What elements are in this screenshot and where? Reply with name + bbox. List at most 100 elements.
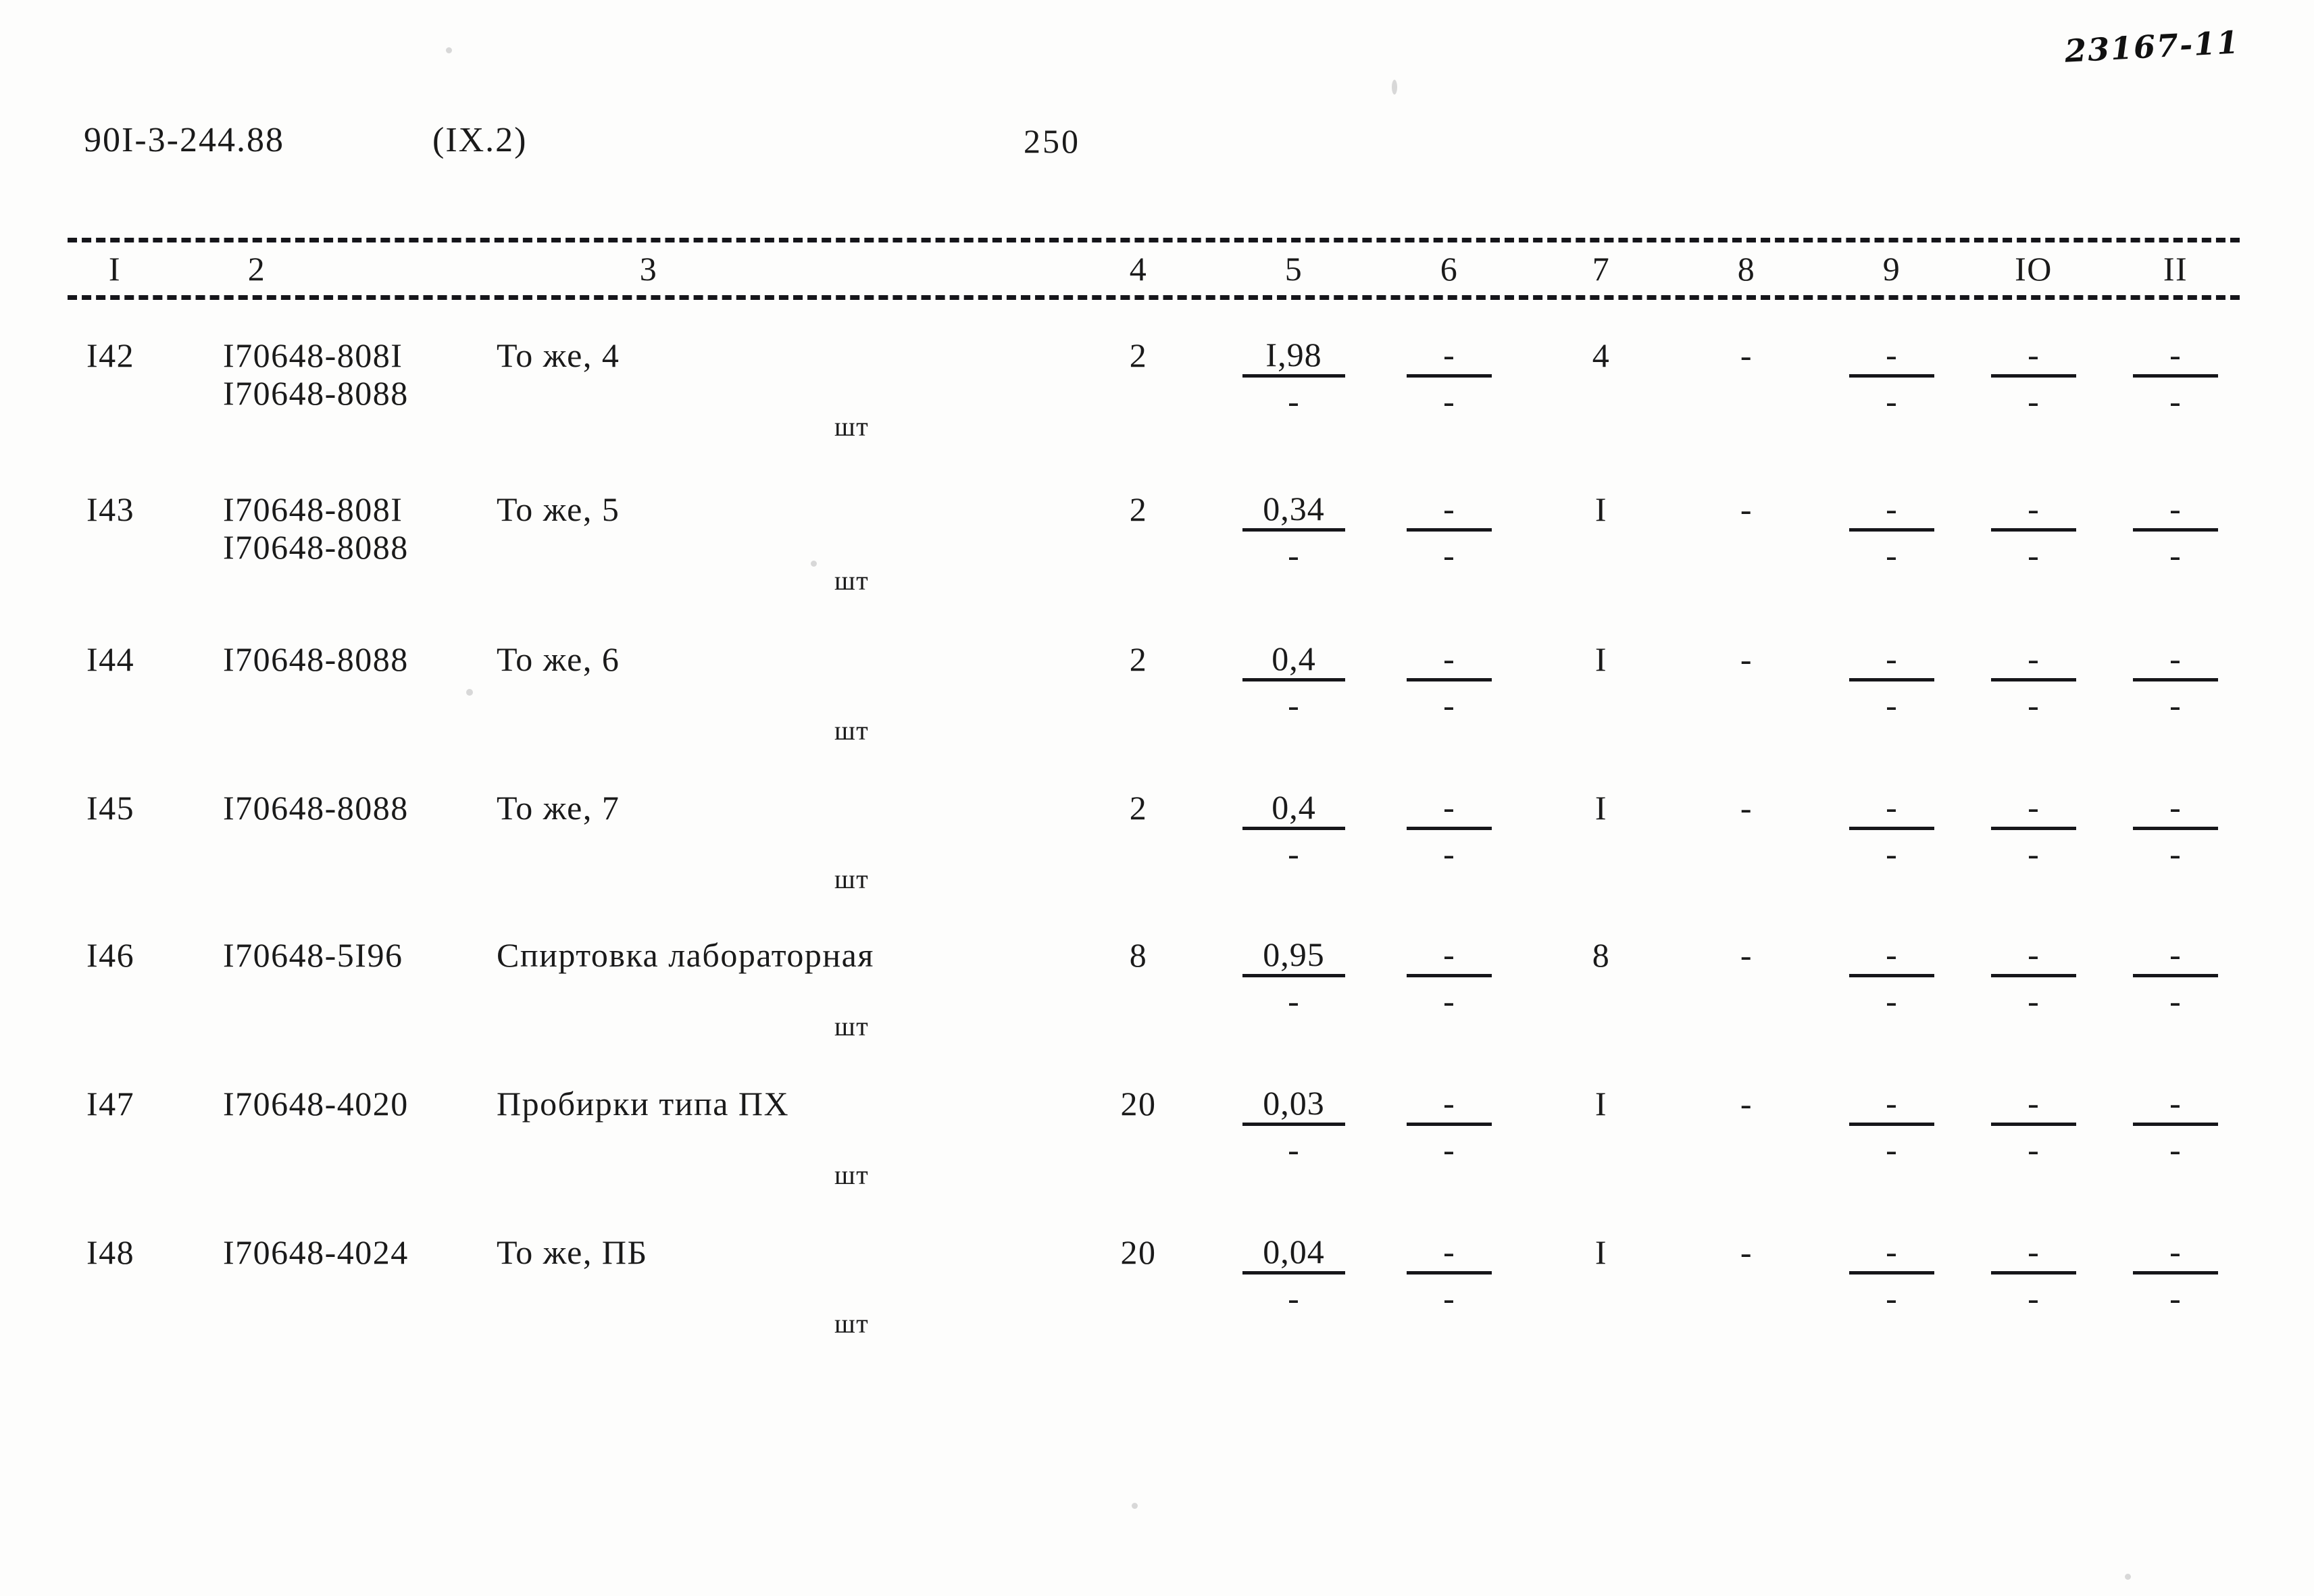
fraction-bar bbox=[1849, 528, 1934, 532]
row-c11-fraction: -- bbox=[2118, 790, 2233, 872]
row-unit: шт bbox=[834, 1160, 870, 1190]
fraction-denominator: - bbox=[1288, 536, 1300, 574]
fraction-numerator: - bbox=[1886, 640, 1898, 677]
row-c5-fraction: 0,4 - bbox=[1226, 790, 1361, 872]
fraction-bar bbox=[1991, 827, 2076, 830]
row-code-primary: I70648-808I bbox=[223, 490, 403, 528]
fraction-denominator: - bbox=[2028, 982, 2040, 1020]
row-c9-fraction: -- bbox=[1834, 937, 1949, 1019]
fraction-bar bbox=[1242, 827, 1345, 830]
row-c10-fraction: -- bbox=[1976, 1086, 2091, 1168]
fraction-bar bbox=[1407, 974, 1492, 977]
row-quantity: 2 bbox=[1129, 336, 1148, 374]
fraction-denominator: - bbox=[1288, 982, 1300, 1020]
row-col7-value: I bbox=[1594, 789, 1608, 827]
row-number: I47 bbox=[86, 1085, 135, 1123]
row-name: Пробирки типа ПХ bbox=[497, 1085, 790, 1123]
fraction-numerator: - bbox=[1443, 1233, 1455, 1270]
fraction-numerator: - bbox=[1443, 935, 1455, 973]
fraction-bar bbox=[1242, 528, 1345, 532]
row-code-primary: I70648-4020 bbox=[223, 1085, 409, 1123]
row-code-primary: I70648-8088 bbox=[223, 640, 409, 678]
fraction-bar bbox=[1242, 374, 1345, 378]
fraction-numerator: 0,95 bbox=[1263, 935, 1325, 973]
row-c11-fraction: -- bbox=[2118, 1086, 2233, 1168]
column-header-9: 9 bbox=[1882, 250, 1901, 288]
fraction-denominator: - bbox=[2028, 536, 2040, 574]
fraction-denominator: - bbox=[1443, 1131, 1455, 1168]
fraction-numerator: - bbox=[2028, 935, 2040, 973]
fraction-bar bbox=[1407, 374, 1492, 378]
row-c10-fraction: -- bbox=[1976, 492, 2091, 573]
fraction-bar bbox=[1849, 974, 1934, 977]
column-header-5: 5 bbox=[1284, 250, 1303, 288]
fraction-bar bbox=[2133, 974, 2218, 977]
fraction-denominator: - bbox=[1288, 1131, 1300, 1168]
fraction-denominator: - bbox=[1886, 382, 1898, 420]
row-col7-value: 8 bbox=[1592, 936, 1611, 974]
scan-speck bbox=[1132, 1503, 1138, 1509]
fraction-denominator: - bbox=[1886, 686, 1898, 724]
fraction-bar bbox=[1407, 678, 1492, 681]
row-quantity: 20 bbox=[1120, 1085, 1157, 1123]
column-header-6: 6 bbox=[1440, 250, 1459, 288]
row-unit: шт bbox=[834, 864, 870, 894]
row-c6-fraction: -- bbox=[1395, 338, 1503, 419]
row-c11-fraction: -- bbox=[2118, 1235, 2233, 1316]
column-header-8: 8 bbox=[1737, 250, 1756, 288]
row-c5-fraction: 0,95 - bbox=[1226, 937, 1361, 1019]
row-c10-fraction: -- bbox=[1976, 1235, 2091, 1316]
fraction-denominator: - bbox=[1443, 536, 1455, 574]
scan-speck bbox=[811, 561, 817, 567]
row-c5-fraction: 0,03 - bbox=[1226, 1086, 1361, 1168]
fraction-denominator: - bbox=[2169, 1279, 2182, 1317]
row-quantity: 2 bbox=[1129, 490, 1148, 528]
row-code-secondary: I70648-8088 bbox=[223, 528, 409, 566]
row-number: I45 bbox=[86, 789, 135, 827]
row-c9-fraction: -- bbox=[1834, 492, 1949, 573]
row-col7-value: 4 bbox=[1592, 336, 1611, 374]
row-c11-fraction: -- bbox=[2118, 338, 2233, 419]
fraction-numerator: - bbox=[1886, 1084, 1898, 1122]
fraction-bar bbox=[2133, 678, 2218, 681]
row-c6-fraction: -- bbox=[1395, 492, 1503, 573]
row-c11-fraction: -- bbox=[2118, 492, 2233, 573]
fraction-numerator: - bbox=[1886, 490, 1898, 527]
row-unit: шт bbox=[834, 715, 870, 746]
column-header-3: 3 bbox=[639, 250, 658, 288]
row-col8-value: - bbox=[1740, 336, 1753, 374]
row-c6-fraction: -- bbox=[1395, 937, 1503, 1019]
row-c5-fraction: I,98 - bbox=[1226, 338, 1361, 419]
fraction-denominator: - bbox=[2169, 835, 2182, 873]
column-header-2: 2 bbox=[247, 250, 266, 288]
scan-speck bbox=[1392, 80, 1397, 95]
fraction-bar bbox=[1407, 1271, 1492, 1275]
fraction-bar bbox=[2133, 374, 2218, 378]
row-quantity: 2 bbox=[1129, 640, 1148, 678]
row-col7-value: I bbox=[1594, 1085, 1608, 1123]
fraction-bar bbox=[2133, 528, 2218, 532]
fraction-bar bbox=[1407, 1123, 1492, 1126]
row-unit: шт bbox=[834, 565, 870, 596]
row-c10-fraction: -- bbox=[1976, 790, 2091, 872]
fraction-denominator: - bbox=[2169, 686, 2182, 724]
fraction-denominator: - bbox=[1886, 835, 1898, 873]
row-name: То же, 4 bbox=[497, 336, 620, 374]
row-number: I48 bbox=[86, 1233, 135, 1271]
row-number: I43 bbox=[86, 490, 135, 528]
fraction-denominator: - bbox=[2028, 686, 2040, 724]
fraction-denominator: - bbox=[1288, 686, 1300, 724]
fraction-denominator: - bbox=[1886, 1279, 1898, 1317]
row-col8-value: - bbox=[1740, 789, 1753, 827]
fraction-bar bbox=[1991, 974, 2076, 977]
row-c10-fraction: -- bbox=[1976, 338, 2091, 419]
fraction-denominator: - bbox=[2169, 382, 2182, 420]
row-col8-value: - bbox=[1740, 490, 1753, 528]
row-c6-fraction: -- bbox=[1395, 642, 1503, 723]
fraction-numerator: - bbox=[2169, 1084, 2182, 1122]
fraction-numerator: - bbox=[1443, 336, 1455, 374]
fraction-numerator: - bbox=[1886, 336, 1898, 374]
row-code-primary: I70648-4024 bbox=[223, 1233, 409, 1271]
fraction-denominator: - bbox=[1288, 382, 1300, 420]
fraction-numerator: - bbox=[1886, 788, 1898, 826]
